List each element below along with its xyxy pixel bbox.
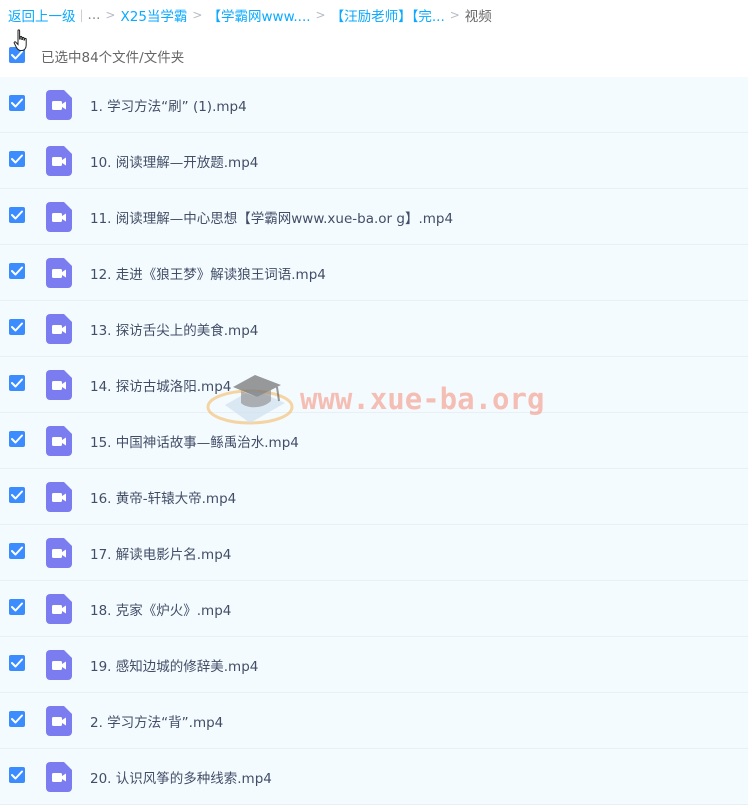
file-row[interactable]: 11. 阅读理解—中心思想【学霸网www.xue-ba.or g】.mp4 (0, 189, 748, 245)
file-checkbox[interactable] (9, 767, 25, 783)
file-name[interactable]: 12. 走进《狼王梦》解读狼王词语.mp4 (90, 263, 326, 283)
file-row[interactable]: 14. 探访古城洛阳.mp4 (0, 357, 748, 413)
selection-bar: 已选中84个文件/文件夹 (0, 30, 748, 77)
file-checkbox[interactable] (9, 599, 25, 615)
hand-cursor-icon (13, 29, 27, 51)
file-row[interactable]: 18. 克家《炉火》.mp4 (0, 581, 748, 637)
breadcrumb: 返回上一级 | ... > X25当学霸 > 【学霸网www.... > 【汪励… (0, 0, 748, 30)
breadcrumb-divider: | (79, 8, 84, 22)
checkmark-icon (11, 98, 23, 108)
file-row[interactable]: 17. 解读电影片名.mp4 (0, 525, 748, 581)
checkmark-icon (11, 266, 23, 276)
file-name[interactable]: 16. 黄帝-轩辕大帝.mp4 (90, 487, 236, 507)
video-file-icon (46, 706, 72, 736)
file-row[interactable]: 1. 学习方法“刷” (1).mp4 (0, 77, 748, 133)
checkmark-icon (11, 210, 23, 220)
breadcrumb-item-xueba[interactable]: 【学霸网www.... (207, 5, 310, 25)
video-file-icon (46, 258, 72, 288)
file-name[interactable]: 14. 探访古城洛阳.mp4 (90, 375, 231, 395)
file-checkbox[interactable] (9, 207, 25, 223)
video-file-icon (46, 594, 72, 624)
checkmark-icon (11, 714, 23, 724)
breadcrumb-item-teacher[interactable]: 【汪励老师】【完... (331, 5, 445, 25)
breadcrumb-separator-icon: > (449, 8, 460, 22)
file-name[interactable]: 11. 阅读理解—中心思想【学霸网www.xue-ba.or g】.mp4 (90, 207, 453, 227)
file-checkbox[interactable] (9, 543, 25, 559)
file-name[interactable]: 18. 克家《炉火》.mp4 (90, 599, 231, 619)
checkmark-icon (11, 154, 23, 164)
file-name[interactable]: 13. 探访舌尖上的美食.mp4 (90, 319, 258, 339)
file-checkbox[interactable] (9, 431, 25, 447)
file-name[interactable]: 1. 学习方法“刷” (1).mp4 (90, 95, 247, 115)
breadcrumb-separator-icon: > (105, 8, 116, 22)
file-row[interactable]: 20. 认识风筝的多种线索.mp4 (0, 749, 748, 805)
breadcrumb-ellipsis[interactable]: ... (88, 7, 101, 23)
video-file-icon (46, 370, 72, 400)
file-row[interactable]: 10. 阅读理解—开放题.mp4 (0, 133, 748, 189)
file-checkbox[interactable] (9, 263, 25, 279)
breadcrumb-separator-icon: > (192, 8, 203, 22)
file-name[interactable]: 10. 阅读理解—开放题.mp4 (90, 151, 258, 171)
file-checkbox[interactable] (9, 151, 25, 167)
checkmark-icon (11, 658, 23, 668)
file-checkbox[interactable] (9, 319, 25, 335)
video-file-icon (46, 146, 72, 176)
file-row[interactable]: 19. 感知边城的修辞美.mp4 (0, 637, 748, 693)
file-name[interactable]: 19. 感知边城的修辞美.mp4 (90, 655, 258, 675)
file-list: 1. 学习方法“刷” (1).mp4 10. 阅读理解—开放题.mp4 11. … (0, 77, 748, 805)
video-file-icon (46, 762, 72, 792)
file-name[interactable]: 2. 学习方法“背”.mp4 (90, 711, 223, 731)
file-row[interactable]: 12. 走进《狼王梦》解读狼王词语.mp4 (0, 245, 748, 301)
checkmark-icon (11, 546, 23, 556)
file-name[interactable]: 17. 解读电影片名.mp4 (90, 543, 231, 563)
video-file-icon (46, 314, 72, 344)
video-file-icon (46, 202, 72, 232)
video-file-icon (46, 90, 72, 120)
checkmark-icon (11, 322, 23, 332)
breadcrumb-separator-icon: > (315, 8, 326, 22)
breadcrumb-back-link[interactable]: 返回上一级 (8, 5, 76, 25)
file-checkbox[interactable] (9, 95, 25, 111)
file-row[interactable]: 2. 学习方法“背”.mp4 (0, 693, 748, 749)
file-checkbox[interactable] (9, 375, 25, 391)
file-row[interactable]: 16. 黄帝-轩辕大帝.mp4 (0, 469, 748, 525)
video-file-icon (46, 538, 72, 568)
file-checkbox[interactable] (9, 711, 25, 727)
checkmark-icon (11, 602, 23, 612)
breadcrumb-item-current: 视频 (464, 9, 492, 25)
video-file-icon (46, 482, 72, 512)
file-name[interactable]: 20. 认识风筝的多种线索.mp4 (90, 767, 272, 787)
checkmark-icon (11, 378, 23, 388)
checkmark-icon (11, 490, 23, 500)
file-name[interactable]: 15. 中国神话故事—鲧禹治水.mp4 (90, 431, 299, 451)
selection-count-label: 已选中84个文件/文件夹 (41, 50, 185, 66)
video-file-icon (46, 650, 72, 680)
file-row[interactable]: 13. 探访舌尖上的美食.mp4 (0, 301, 748, 357)
file-checkbox[interactable] (9, 487, 25, 503)
file-row[interactable]: 15. 中国神话故事—鲧禹治水.mp4 (0, 413, 748, 469)
file-checkbox[interactable] (9, 655, 25, 671)
breadcrumb-item-x25[interactable]: X25当学霸 (120, 5, 187, 25)
checkmark-icon (11, 434, 23, 444)
video-file-icon (46, 426, 72, 456)
checkmark-icon (11, 770, 23, 780)
